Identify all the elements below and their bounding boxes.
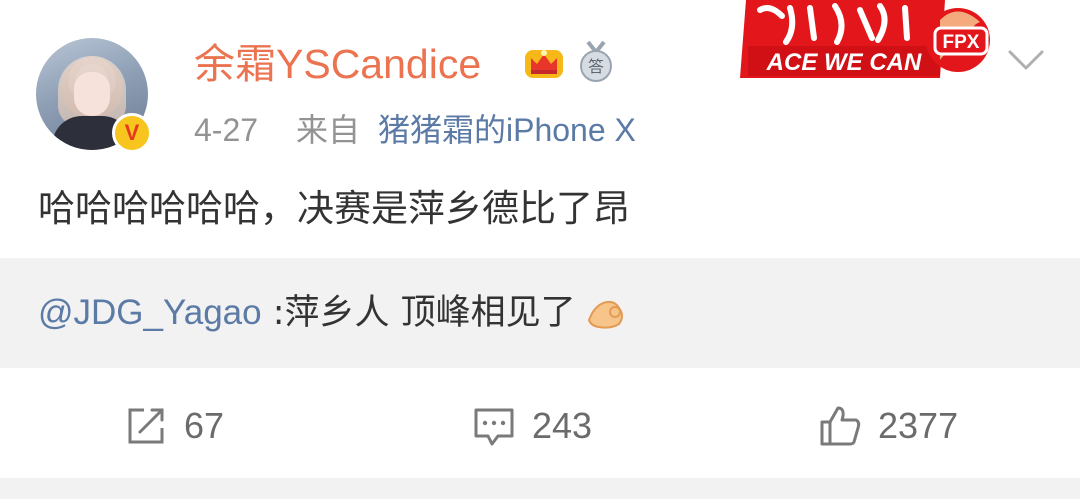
retweet-user[interactable]: @JDG_Yagao — [38, 293, 262, 332]
retweet-text: :萍乡人 顶峰相见了 — [261, 293, 576, 333]
comment-icon — [474, 408, 514, 446]
retweet-line: @JDG_Yagao :萍乡人 顶峰相见了 — [38, 290, 629, 336]
banner-slogan: ACE WE CAN — [766, 49, 922, 76]
banner-team: FPX — [943, 32, 980, 53]
post-time: 4-27 — [194, 112, 259, 148]
verified-v-icon: V — [112, 113, 152, 153]
from-label: 来自 — [296, 112, 361, 148]
post-text: 哈哈哈哈哈哈，决赛是萍乡德比了昂 — [38, 187, 630, 230]
post-source[interactable]: 猪猪霜的iPhone X — [378, 110, 636, 150]
crown-icon[interactable] — [523, 42, 565, 82]
bottom-divider — [0, 478, 1080, 499]
like-button[interactable]: 2377 — [818, 398, 958, 454]
chevron-down-icon[interactable] — [1006, 44, 1046, 74]
repost-count: 67 — [184, 405, 225, 446]
like-count: 2377 — [878, 405, 959, 446]
medal-icon[interactable]: 答 — [576, 40, 616, 82]
svg-text:答: 答 — [588, 57, 604, 76]
repost-button[interactable]: 67 — [124, 398, 224, 454]
comment-button[interactable]: 243 — [472, 398, 592, 454]
author-name[interactable]: 余霜YSCandice — [194, 38, 481, 90]
repost-icon — [128, 408, 164, 444]
comment-count: 243 — [532, 405, 593, 446]
fpx-banner[interactable]: ACE WE CAN FPX — [740, 0, 990, 82]
like-icon — [820, 406, 861, 446]
ok-hand-icon — [588, 300, 624, 329]
